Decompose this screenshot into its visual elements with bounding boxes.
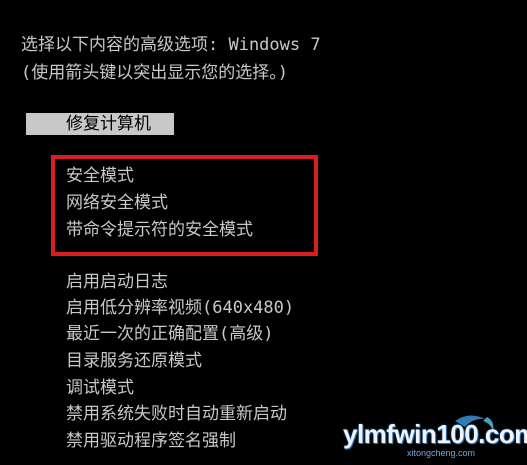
- selected-option-label: 修复计算机: [66, 114, 151, 134]
- watermark: ylmfwin100.com xitongcheng.com: [337, 413, 527, 461]
- option-enable-boot-logging[interactable]: 启用启动日志: [66, 271, 168, 293]
- option-disable-auto-restart[interactable]: 禁用系统失败时自动重新启动: [66, 403, 287, 425]
- safe-mode-highlight-box: [51, 155, 318, 256]
- option-directory-services-restore[interactable]: 目录服务还原模式: [66, 350, 202, 372]
- option-debugging-mode[interactable]: 调试模式: [66, 377, 134, 399]
- header-title: 选择以下内容的高级选项: Windows 7: [21, 35, 321, 55]
- boot-options-screen: 选择以下内容的高级选项: Windows 7 (使用箭头键以突出显示您的选择。)…: [0, 0, 527, 465]
- option-low-resolution-video[interactable]: 启用低分辨率视频(640x480): [66, 297, 294, 319]
- option-last-known-good-config[interactable]: 最近一次的正确配置(高级): [66, 323, 273, 345]
- selected-option-repair-computer[interactable]: 修复计算机: [26, 113, 174, 135]
- watermark-subtext: xitongcheng.com: [407, 448, 476, 458]
- header-instruction: (使用箭头键以突出显示您的选择。): [21, 63, 288, 83]
- watermark-text: ylmfwin100.com: [343, 419, 527, 449]
- option-disable-driver-signature[interactable]: 禁用驱动程序签名强制: [66, 430, 236, 452]
